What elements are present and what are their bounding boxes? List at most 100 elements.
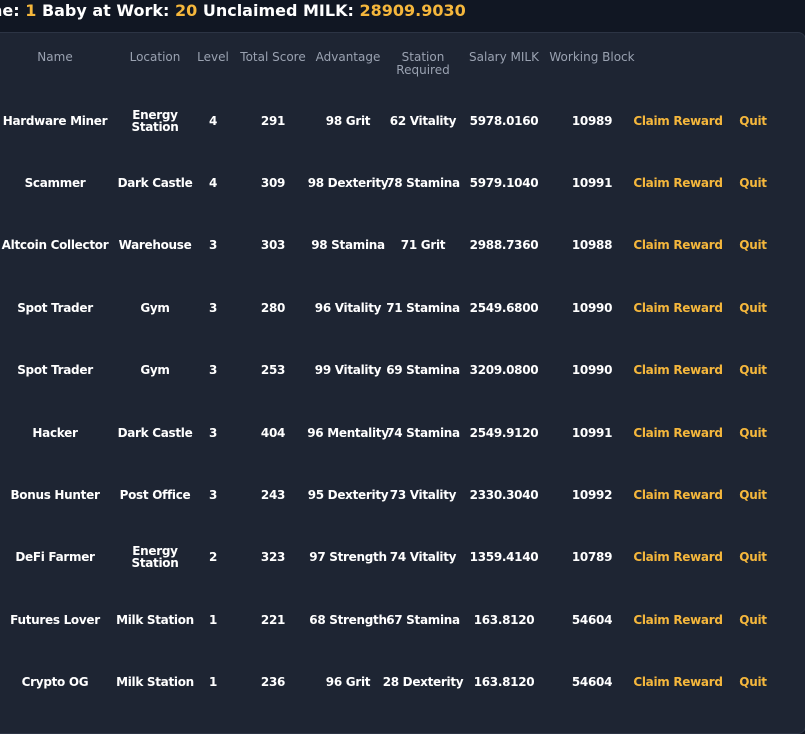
worker-name: Hacker	[32, 426, 78, 440]
claim-reward-button[interactable]: Claim Reward	[633, 302, 723, 314]
worker-name: Bonus Hunter	[10, 488, 100, 502]
worker-station-required: 74 Vitality	[389, 550, 457, 564]
claim-reward-button[interactable]: Claim Reward	[633, 551, 723, 563]
worker-level: 3	[208, 488, 218, 502]
worker-location: Energy Station	[131, 544, 179, 570]
quit-button[interactable]: Quit	[739, 614, 767, 626]
header-name: Name	[37, 50, 73, 64]
workers-table: Name Location Level Total Score Advantag…	[0, 32, 805, 734]
worker-level: 1	[208, 613, 218, 627]
header-level: Level	[197, 50, 229, 64]
worker-location: Dark Castle	[117, 426, 193, 440]
header-station-required-line2: Required	[396, 63, 450, 77]
worker-total-score: 404	[260, 426, 286, 440]
worker-salary-milk: 163.8120	[473, 613, 535, 627]
claim-reward-button[interactable]: Claim Reward	[633, 364, 723, 376]
worker-total-score: 280	[260, 301, 286, 315]
zone-value: 1	[25, 1, 37, 20]
worker-salary-milk: 1359.4140	[469, 550, 539, 564]
worker-advantage: 95 Dexterity	[307, 488, 389, 502]
worker-station-required: 74 Stamina	[386, 426, 460, 440]
worker-station-required: 67 Stamina	[386, 613, 460, 627]
worker-name: DeFi Farmer	[15, 550, 95, 564]
worker-station-required: 62 Vitality	[389, 114, 457, 128]
header-location: Location	[129, 50, 181, 64]
worker-location: Milk Station	[116, 613, 194, 627]
worker-total-score: 243	[260, 488, 286, 502]
quit-button[interactable]: Quit	[739, 489, 767, 501]
claim-reward-button[interactable]: Claim Reward	[633, 115, 723, 127]
worker-salary-milk: 5978.0160	[469, 114, 539, 128]
worker-advantage: 98 Grit	[325, 114, 371, 128]
worker-working-block: 10988	[571, 238, 613, 252]
table-row: Hacker Dark Castle 3 404 96 Mentality 74 Stam…	[0, 402, 805, 464]
worker-station-required: 71 Grit	[400, 238, 446, 252]
worker-salary-milk: 163.8120	[473, 675, 535, 689]
table-row: Spot Trader Gym 3 280 96 Vitality 71 Stamina 2…	[0, 277, 805, 339]
worker-advantage: 98 Stamina	[311, 238, 385, 252]
worker-total-score: 236	[260, 675, 286, 689]
worker-working-block: 54604	[571, 613, 613, 627]
worker-advantage: 98 Dexterity	[307, 176, 389, 190]
quit-button[interactable]: Quit	[739, 364, 767, 376]
worker-name: Altcoin Collector	[1, 238, 109, 252]
worker-salary-milk: 5979.1040	[469, 176, 539, 190]
baby-at-work-value: 20	[174, 1, 198, 20]
worker-location: Gym	[140, 301, 170, 315]
worker-location: Energy Station	[131, 108, 179, 134]
unclaimed-milk-value: 28909.9030	[359, 1, 466, 20]
worker-level: 3	[208, 363, 218, 377]
worker-working-block: 10991	[571, 426, 613, 440]
worker-working-block: 10989	[571, 114, 613, 128]
claim-reward-button[interactable]: Claim Reward	[633, 489, 723, 501]
worker-advantage: 96 Grit	[325, 675, 371, 689]
worker-total-score: 309	[260, 176, 286, 190]
worker-level: 3	[208, 238, 218, 252]
baby-at-work-label: Baby at Work:	[41, 1, 170, 20]
claim-reward-button[interactable]: Claim Reward	[633, 177, 723, 189]
worker-station-required: 73 Vitality	[389, 488, 457, 502]
worker-salary-milk: 2988.7360	[469, 238, 539, 252]
worker-total-score: 303	[260, 238, 286, 252]
quit-button[interactable]: Quit	[739, 302, 767, 314]
worker-working-block: 10992	[571, 488, 613, 502]
claim-reward-button[interactable]: Claim Reward	[633, 614, 723, 626]
worker-level: 4	[208, 176, 218, 190]
worker-advantage: 68 Strength	[309, 613, 387, 627]
unclaimed-milk-label: Unclaimed MILK:	[202, 1, 354, 20]
worker-station-required: 69 Stamina	[386, 363, 460, 377]
claim-reward-button[interactable]: Claim Reward	[633, 676, 723, 688]
worker-advantage: 99 Vitality	[314, 363, 382, 377]
worker-name: Hardware Miner	[2, 114, 108, 128]
quit-button[interactable]: Quit	[739, 551, 767, 563]
quit-button[interactable]: Quit	[739, 239, 767, 251]
worker-salary-milk: 2549.6800	[469, 301, 539, 315]
table-header: Name Location Level Total Score Advantag…	[0, 33, 805, 83]
claim-reward-button[interactable]: Claim Reward	[633, 239, 723, 251]
quit-button[interactable]: Quit	[739, 177, 767, 189]
zone-label: ne:	[0, 1, 20, 20]
worker-name: Scammer	[24, 176, 86, 190]
header-total-score: Total Score	[240, 50, 306, 64]
worker-level: 3	[208, 426, 218, 440]
worker-level: 3	[208, 301, 218, 315]
worker-total-score: 221	[260, 613, 286, 627]
worker-advantage: 96 Vitality	[314, 301, 382, 315]
worker-total-score: 291	[260, 114, 286, 128]
quit-button[interactable]: Quit	[739, 676, 767, 688]
quit-button[interactable]: Quit	[739, 115, 767, 127]
worker-working-block: 10990	[571, 301, 613, 315]
quit-button[interactable]: Quit	[739, 427, 767, 439]
header-station-required: Station Required	[396, 51, 449, 77]
worker-station-required: 71 Stamina	[386, 301, 460, 315]
worker-advantage: 97 Strength	[309, 550, 387, 564]
header-working-block: Working Block	[549, 50, 635, 64]
table-row: Altcoin Collector Warehouse 3 303 98 Stamina…	[0, 214, 805, 276]
worker-location: Post Office	[119, 488, 191, 502]
claim-reward-button[interactable]: Claim Reward	[633, 427, 723, 439]
worker-total-score: 323	[260, 550, 286, 564]
worker-advantage: 96 Mentality	[307, 426, 389, 440]
worker-working-block: 10991	[571, 176, 613, 190]
table-row: Hardware Miner Energy Station 4 291 98 Grit 6…	[0, 90, 805, 152]
worker-total-score: 253	[260, 363, 286, 377]
